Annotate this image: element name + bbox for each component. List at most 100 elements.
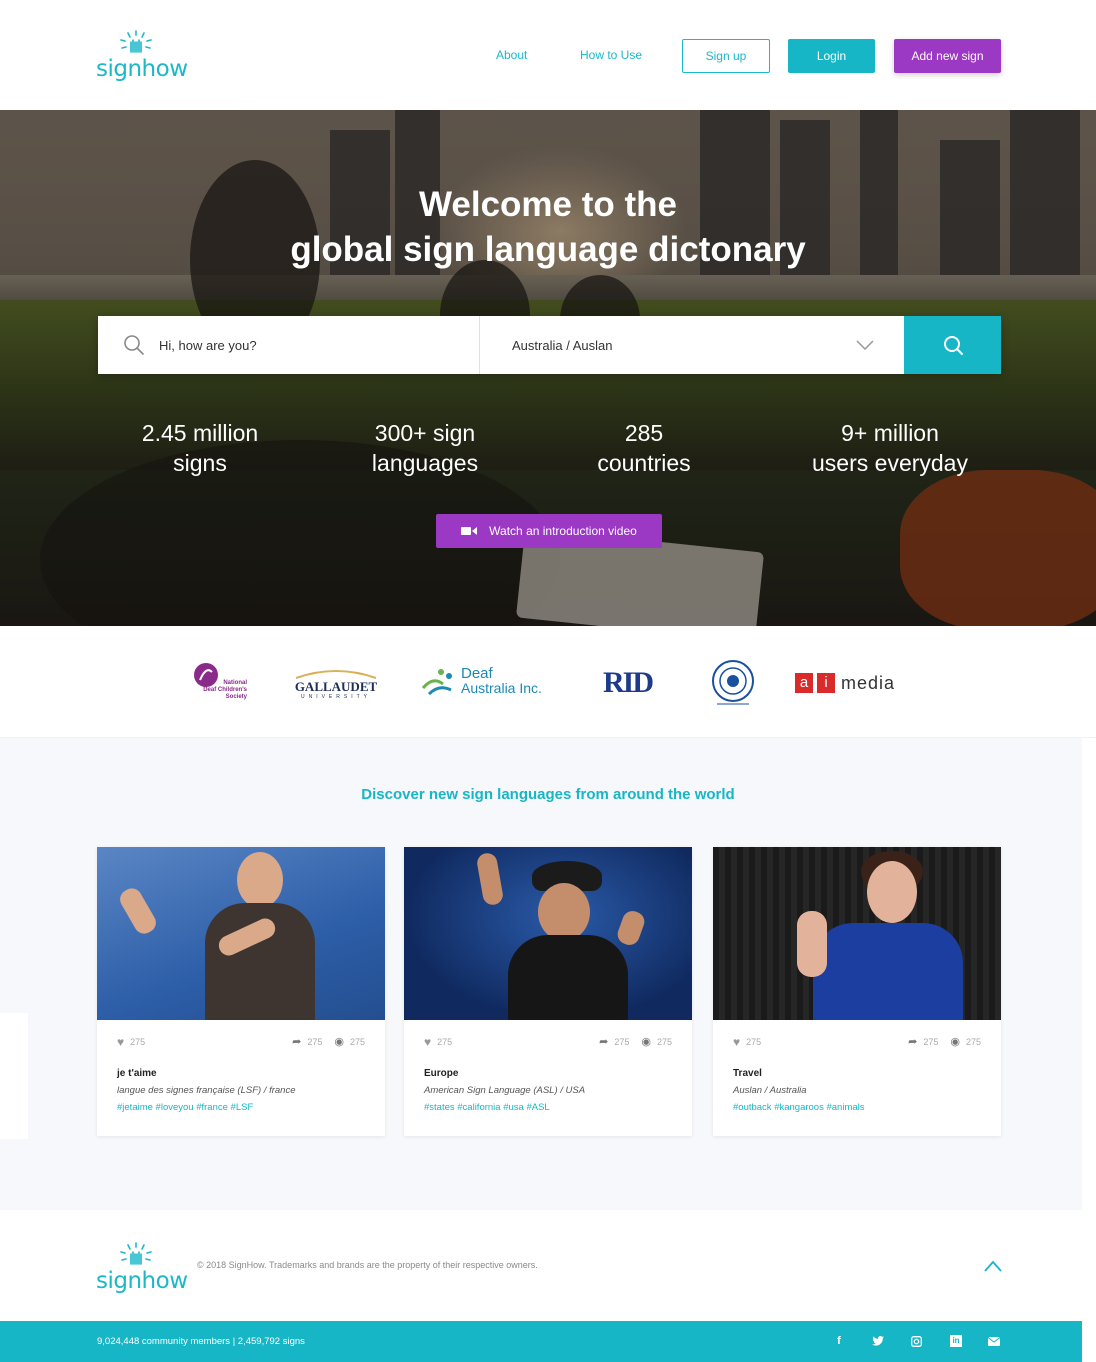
card-title[interactable]: je t'aime [117,1068,157,1079]
card-stats: ♥ 275 ➦ 275 ◉ 275 [424,1035,672,1049]
sign-card[interactable]: ♥ 275 ➦ 275 ◉ 275 Travel Auslan / Australia … [713,847,1001,1136]
email-icon[interactable] [986,1333,1002,1349]
ndcs-logo[interactable]: National Deaf Children's Society [193,662,253,704]
watch-video-button[interactable]: Watch an introduction video [436,514,662,548]
hero-title-line2: global sign language dictonary [290,230,806,269]
deaf-australia-text: Deaf [461,665,493,682]
shares-count: 275 [614,1036,630,1047]
twitter-icon[interactable] [870,1333,886,1349]
hands-logo-icon [120,30,152,53]
card-stats: ♥ 275 ➦ 275 ◉ 275 [733,1035,981,1049]
stat-label: signs [173,450,227,476]
hands-logo-icon [120,1242,152,1265]
stat-label: languages [371,450,479,476]
linkedin-glyph: in [950,1335,962,1347]
views-count: 275 [656,1036,672,1047]
add-new-sign-button[interactable]: Add new sign [894,39,1001,73]
card-tags[interactable]: #outback #kangaroos #animals [733,1102,865,1113]
rid-text: RID [603,666,654,699]
facebook-icon[interactable]: f [831,1333,847,1349]
search-icon [943,336,963,355]
login-button[interactable]: Login [788,39,875,73]
heart-icon[interactable]: ♥ [733,1035,740,1049]
card-stats: ♥ 275 ➦ 275 ◉ 275 [117,1035,365,1049]
copyright-text: © 2018 SignHow. Trademarks and brands ar… [197,1260,538,1270]
share-icon[interactable]: ➦ [908,1035,917,1048]
partners-strip: National Deaf Children's Society GALLAUD… [0,626,1096,738]
instagram-glyph-icon [910,1335,922,1347]
search-input[interactable] [159,337,439,353]
card-tags[interactable]: #jetaime #loveyou #france #LSF [117,1102,253,1113]
ai-media-text: media [841,672,896,693]
search-icon [124,335,144,355]
ai-media-a: a [795,673,813,693]
chevron-up-icon[interactable] [984,1260,1002,1272]
shares-count: 275 [923,1036,939,1047]
linkedin-icon[interactable]: in [948,1333,964,1349]
site-footer: signhow © 2018 SignHow. Trademarks and b… [0,1210,1082,1321]
logo-wordmark: signhow [96,1268,188,1294]
stat-value: 300+ sign [374,420,476,446]
search-query-field[interactable] [98,316,480,374]
ai-media-logo[interactable]: a i media [795,672,905,694]
sign-video-thumbnail[interactable] [713,847,1001,1020]
stat-value: 9+ million [841,420,939,446]
sign-card[interactable]: ♥ 275 ➦ 275 ◉ 275 je t'aime langue des signe… [97,847,385,1136]
eye-icon: ◉ [950,1036,960,1048]
search-submit-button[interactable] [904,316,1001,374]
footer-signhow-logo[interactable]: signhow [96,1242,188,1294]
card-tags[interactable]: #states #california #usa #ASL [424,1102,550,1113]
sign-video-thumbnail[interactable] [404,847,692,1020]
views-count: 275 [965,1036,981,1047]
side-tab [0,1013,28,1139]
heart-icon[interactable]: ♥ [424,1035,431,1049]
sign-video-thumbnail[interactable] [97,847,385,1020]
language-select-value: Australia / Auslan [512,337,613,353]
nav-how-to-use-link[interactable]: How to Use [580,48,642,62]
heart-icon[interactable]: ♥ [117,1035,124,1049]
nav-about-link[interactable]: About [496,48,527,62]
ndcs-text: Deaf Children's [203,687,247,693]
likes-count: 275 [437,1037,453,1047]
ai-media-i: i [817,673,835,693]
stat-countries: 285 countries [554,418,734,478]
gallaudet-name: GALLAUDET [294,679,378,694]
gallaudet-logo[interactable]: GALLAUDET UNIVERSITY [292,666,380,706]
eye-icon: ◉ [334,1036,344,1048]
views-count: 275 [349,1036,365,1047]
language-select[interactable]: Australia / Auslan [480,316,904,374]
share-icon[interactable]: ➦ [599,1035,608,1048]
envelope-icon [988,1336,1000,1346]
stat-users: 9+ million users everyday [790,418,990,478]
community-stats: 9,024,448 community members | 2,459,792 … [97,1336,305,1347]
stat-languages: 300+ sign languages [335,418,515,478]
card-title[interactable]: Travel [733,1068,762,1079]
eye-icon: ◉ [641,1036,651,1048]
stat-value: 285 [624,420,664,446]
deaf-australia-logo[interactable]: Deaf Australia Inc. [421,666,563,702]
likes-count: 275 [746,1037,762,1047]
signup-button[interactable]: Sign up [682,39,770,73]
gallaudet-sub: UNIVERSITY [300,694,371,700]
stat-label: countries [597,450,691,476]
twitter-bird-icon [872,1336,884,1346]
hero-title: Welcome to the global sign language dict… [0,182,1096,272]
ndcs-text: National [223,680,247,686]
sign-card[interactable]: ♥ 275 ➦ 275 ◉ 275 Europe American Sign Langu… [404,847,692,1136]
card-title[interactable]: Europe [424,1068,458,1079]
deaf-australia-hands-icon [421,669,452,696]
wfd-globe-icon [712,660,754,705]
gallaudet-arc-icon [295,670,377,679]
likes-count: 275 [130,1037,146,1047]
share-icon[interactable]: ➦ [292,1035,301,1048]
logo-wordmark: signhow [96,56,188,82]
chevron-down-icon [856,340,874,350]
signhow-logo[interactable]: signhow [96,30,188,82]
video-camera-icon [461,527,478,535]
hero-title-line1: Welcome to the [418,185,677,224]
ndcs-text: Society [225,694,247,700]
site-header: signhow About How to Use Sign up Login A… [0,0,1096,110]
rid-logo[interactable]: RID [603,666,659,704]
wfd-logo[interactable] [709,660,757,706]
instagram-icon[interactable] [908,1333,924,1349]
